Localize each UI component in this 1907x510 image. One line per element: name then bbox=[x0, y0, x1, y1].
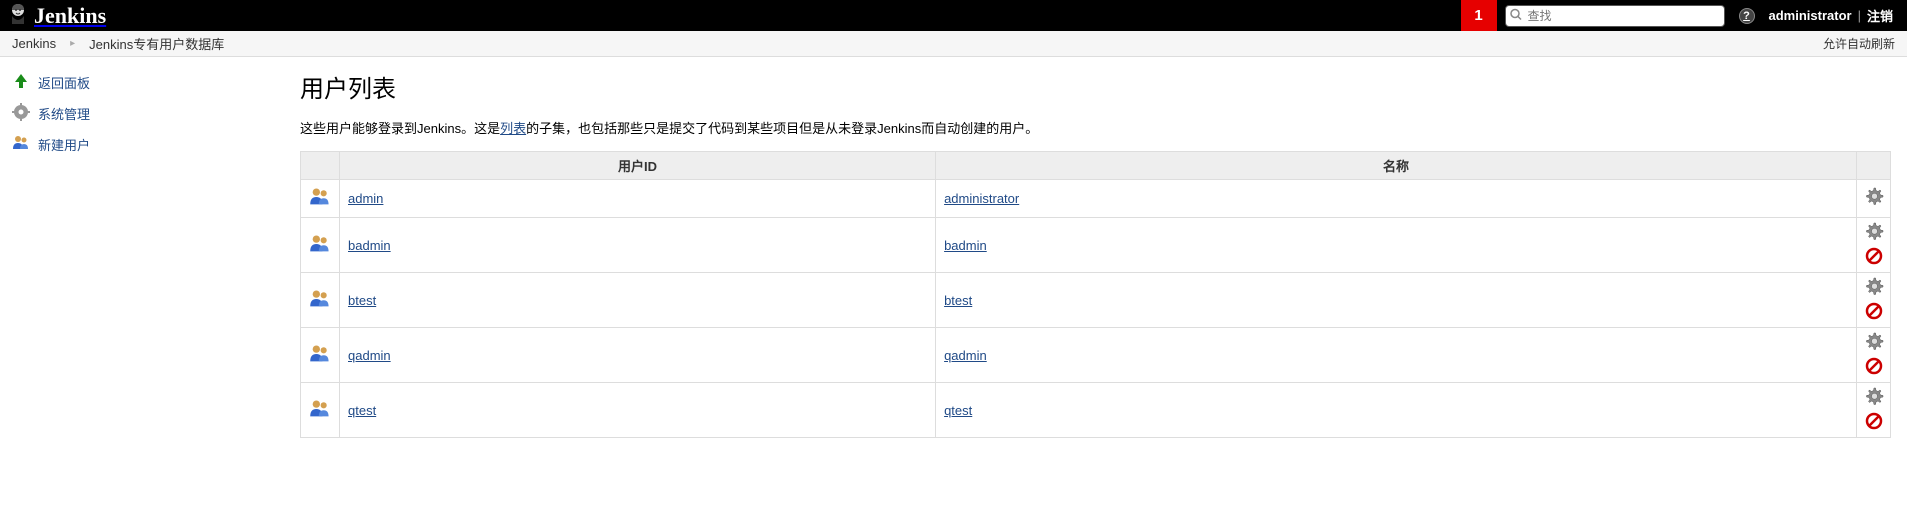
breadcrumb-item[interactable]: Jenkins bbox=[8, 36, 60, 51]
configure-user-button[interactable] bbox=[1864, 222, 1884, 245]
page-title: 用户列表 bbox=[300, 69, 1891, 104]
sidebar: 返回面板 系统管理 新建用户 bbox=[0, 57, 300, 450]
page-description: 这些用户能够登录到Jenkins。这是列表的子集，也包括那些只是提交了代码到某些… bbox=[300, 118, 1891, 137]
logo-text: Jenkins bbox=[34, 3, 106, 29]
sidebar-item-manage[interactable]: 系统管理 bbox=[8, 98, 300, 129]
gear-icon bbox=[12, 103, 30, 124]
help-icon[interactable]: ? bbox=[1739, 8, 1755, 24]
sidebar-item-new-user[interactable]: 新建用户 bbox=[8, 129, 300, 160]
users-table: 用户ID 名称 admin administrator badmin badmin bt… bbox=[300, 151, 1891, 438]
logout-link[interactable]: 注销 bbox=[1861, 6, 1899, 25]
delete-user-button[interactable] bbox=[1865, 412, 1883, 433]
table-row: btest btest bbox=[301, 273, 1891, 328]
user-id-link[interactable]: badmin bbox=[348, 238, 391, 253]
column-header-name[interactable]: 名称 bbox=[936, 152, 1857, 180]
search-input[interactable] bbox=[1505, 5, 1725, 27]
column-header-actions bbox=[1857, 152, 1891, 180]
user-icon bbox=[301, 180, 340, 218]
notification-badge[interactable]: 1 bbox=[1461, 0, 1497, 31]
table-row: qtest qtest bbox=[301, 383, 1891, 438]
jenkins-logo-link[interactable]: Jenkins bbox=[8, 2, 106, 29]
users-icon bbox=[12, 134, 30, 155]
user-icon bbox=[301, 328, 340, 383]
column-header-icon bbox=[301, 152, 340, 180]
main-content: 用户列表 这些用户能够登录到Jenkins。这是列表的子集，也包括那些只是提交了… bbox=[300, 57, 1907, 450]
configure-user-button[interactable] bbox=[1864, 332, 1884, 355]
delete-user-button[interactable] bbox=[1865, 247, 1883, 268]
sidebar-item-back[interactable]: 返回面板 bbox=[8, 67, 300, 98]
user-icon bbox=[301, 383, 340, 438]
top-bar: Jenkins 1 ? administrator | 注销 bbox=[0, 0, 1907, 31]
user-name-link[interactable]: qadmin bbox=[944, 348, 987, 363]
configure-user-button[interactable] bbox=[1864, 277, 1884, 300]
configure-user-button[interactable] bbox=[1864, 187, 1884, 210]
list-link[interactable]: 列表 bbox=[500, 121, 526, 136]
user-name-link[interactable]: administrator bbox=[944, 191, 1019, 206]
user-name-link[interactable]: btest bbox=[944, 293, 972, 308]
search-icon bbox=[1509, 7, 1523, 24]
breadcrumb: Jenkins ▸ Jenkins专有用户数据库 允许自动刷新 bbox=[0, 31, 1907, 57]
up-arrow-icon bbox=[12, 72, 30, 93]
breadcrumb-item[interactable]: Jenkins专有用户数据库 bbox=[85, 34, 228, 53]
user-icon bbox=[301, 218, 340, 273]
jenkins-logo-icon bbox=[8, 2, 28, 29]
user-name-link[interactable]: qtest bbox=[944, 403, 972, 418]
sidebar-item-label: 新建用户 bbox=[38, 135, 90, 154]
delete-user-button[interactable] bbox=[1865, 302, 1883, 323]
user-name-link[interactable]: badmin bbox=[944, 238, 987, 253]
table-row: qadmin qadmin bbox=[301, 328, 1891, 383]
current-user-link[interactable]: administrator bbox=[1763, 8, 1858, 23]
table-row: badmin badmin bbox=[301, 218, 1891, 273]
user-id-link[interactable]: admin bbox=[348, 191, 383, 206]
table-row: admin administrator bbox=[301, 180, 1891, 218]
sidebar-item-label: 返回面板 bbox=[38, 73, 90, 92]
auto-refresh-link[interactable]: 允许自动刷新 bbox=[1819, 35, 1899, 52]
search-wrap bbox=[1505, 5, 1725, 27]
user-id-link[interactable]: qadmin bbox=[348, 348, 391, 363]
column-header-id[interactable]: 用户ID bbox=[340, 152, 936, 180]
user-id-link[interactable]: btest bbox=[348, 293, 376, 308]
user-id-link[interactable]: qtest bbox=[348, 403, 376, 418]
user-icon bbox=[301, 273, 340, 328]
chevron-right-icon: ▸ bbox=[60, 38, 85, 49]
delete-user-button[interactable] bbox=[1865, 357, 1883, 378]
sidebar-item-label: 系统管理 bbox=[38, 104, 90, 123]
configure-user-button[interactable] bbox=[1864, 387, 1884, 410]
